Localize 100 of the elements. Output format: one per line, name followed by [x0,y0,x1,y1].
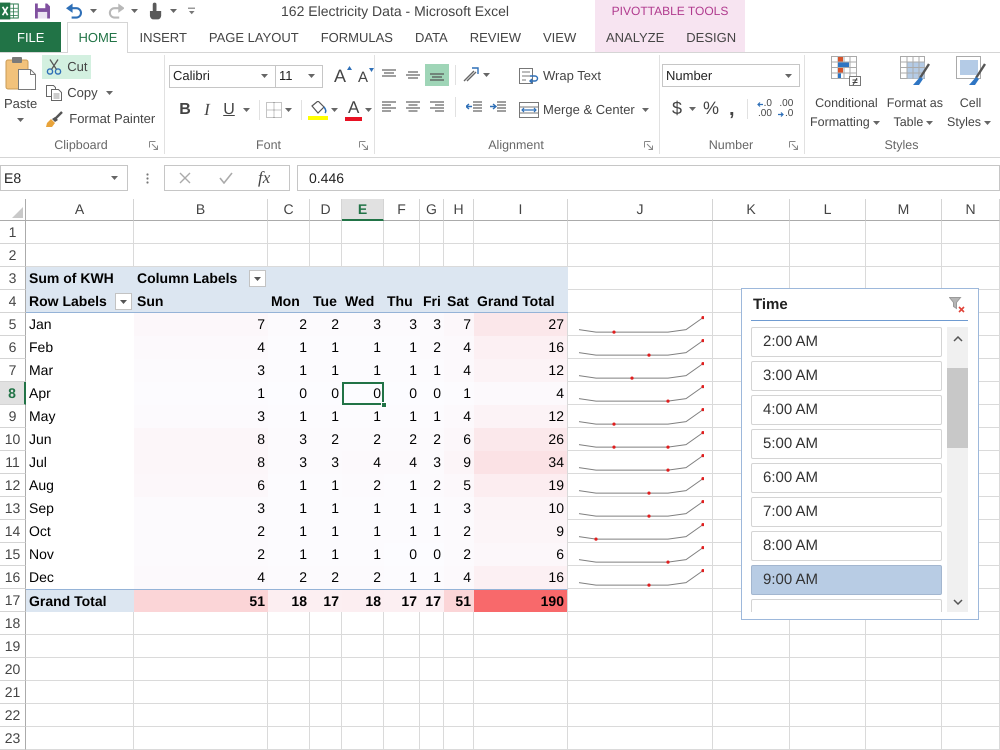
fill-handle[interactable] [381,402,387,408]
format-painter-button[interactable]: Format Painter [42,107,160,131]
font-name-combo[interactable]: Calibri [169,64,276,88]
column-header[interactable]: H [444,199,474,221]
column-header[interactable]: L [790,199,866,221]
column-header[interactable]: A [26,199,134,221]
conditional-formatting-button[interactable]: Conditional Formatting [808,55,885,136]
row-header[interactable]: 15 [0,543,26,566]
row-header[interactable]: 19 [0,635,26,658]
comma-style-button[interactable]: , [723,97,741,121]
row-header[interactable]: 9 [0,405,26,428]
cut-button[interactable]: Cut [42,55,92,79]
paint-bucket-icon[interactable] [308,100,328,120]
number-format-combo[interactable]: Number [662,64,800,87]
slicer-item[interactable]: 7:00 AM [751,497,942,527]
slicer-item[interactable]: 5:00 AM [751,429,942,459]
shrink-font-button[interactable]: A [355,64,378,88]
column-header[interactable]: G [420,199,444,221]
row-header[interactable]: 2 [0,244,26,267]
diagonal-arrow-icon[interactable] [462,67,480,83]
column-header[interactable]: N [942,199,1000,221]
copy-button[interactable]: Copy [42,81,120,105]
cell-styles-button[interactable]: Cell Styles [945,55,996,136]
format-as-table-button[interactable]: Format as Table [884,55,946,136]
row-header[interactable]: 18 [0,612,26,635]
align-center-icon[interactable] [406,101,420,113]
vertical-dots-icon[interactable] [146,172,149,184]
font-color-button[interactable]: A [345,99,362,121]
align-right-icon[interactable] [430,101,444,113]
check-icon[interactable] [219,172,233,184]
slicer-item[interactable]: 6:00 AM [751,463,942,493]
caret-icon[interactable] [331,108,338,112]
chevron-down-icon[interactable] [952,599,962,605]
caret-icon[interactable] [689,107,696,111]
caret-icon[interactable] [90,9,97,13]
merge-center-button[interactable]: Merge & Center [516,98,655,122]
overflow-caret-icon[interactable] [188,7,195,15]
paste-button[interactable]: Paste [1,55,40,131]
column-header[interactable]: M [866,199,942,221]
ribbon-tab[interactable]: ANALYZE [595,22,676,52]
row-header[interactable]: 8 [0,382,26,405]
spreadsheet-logo-icon[interactable] [0,1,19,21]
ribbon-tab[interactable]: DESIGN [675,22,748,52]
currency-button[interactable]: $ [668,97,686,121]
insert-function-button[interactable]: fx [258,168,270,188]
caret-icon[interactable] [243,108,250,112]
dropdown-icon[interactable] [115,293,132,310]
row-header[interactable]: 20 [0,658,26,681]
bold-button[interactable]: B [174,98,196,122]
decrease-decimal-button[interactable]: .00 .0 [774,98,796,120]
caret-icon[interactable] [170,9,176,13]
chevron-up-icon[interactable] [952,336,962,342]
caret-icon[interactable] [483,73,490,77]
slicer-item[interactable]: 8:00 AM [751,531,942,561]
dropdown-icon[interactable] [249,270,266,287]
percent-button[interactable]: % [699,97,724,121]
ribbon-tab[interactable]: REVIEW [458,22,532,52]
row-header[interactable]: 5 [0,313,26,336]
dialog-launcher-icon[interactable] [149,140,158,150]
align-left-icon[interactable] [382,101,396,113]
column-header[interactable]: D [310,199,342,221]
row-header[interactable]: 1 [0,221,26,244]
ribbon-tab[interactable]: VIEW [532,22,588,52]
outdent-icon[interactable] [466,101,482,113]
italic-button[interactable]: I [196,98,218,122]
column-header[interactable]: J [568,199,713,221]
slicer-item[interactable]: 3:00 AM [751,361,942,391]
row-header[interactable]: 14 [0,520,26,543]
align-middle-icon[interactable] [406,69,420,81]
align-bottom-icon[interactable] [425,64,449,86]
row-header[interactable]: 22 [0,704,26,727]
formula-field[interactable]: 0.446 [297,165,1000,191]
row-header[interactable]: 23 [0,727,26,750]
ribbon-tab[interactable]: DATA [404,22,459,52]
name-box[interactable]: E8 [0,165,128,191]
column-header[interactable]: B [134,199,268,221]
curved-arrow-icon[interactable] [66,3,83,19]
dialog-launcher-icon[interactable] [359,140,368,150]
column-header[interactable]: K [713,199,790,221]
dialog-launcher-icon[interactable] [789,140,798,150]
border-grid-icon[interactable] [266,102,282,118]
row-header[interactable]: 21 [0,681,26,704]
column-header[interactable]: C [268,199,310,221]
row-header[interactable]: 12 [0,474,26,497]
wrap-text-button[interactable]: Wrap Text [516,64,655,88]
column-header[interactable]: E [342,199,384,221]
dialog-launcher-icon[interactable] [644,140,653,150]
caret-icon[interactable] [131,9,138,13]
ribbon-tab[interactable]: INSERT [128,22,198,52]
slicer-item[interactable]: 4:00 AM [751,395,942,425]
caret-icon[interactable] [365,108,372,112]
row-header[interactable]: 16 [0,566,26,589]
column-header[interactable]: I [474,199,568,221]
slicer-item[interactable]: 2:00 AM [751,327,942,357]
indent-icon[interactable] [490,101,506,113]
ribbon-tab[interactable]: HOME [67,22,128,53]
increase-decimal-button[interactable]: .0 .00 [754,98,775,120]
caret-icon[interactable] [285,108,292,112]
file-tab[interactable]: FILE [0,22,62,52]
slicer-item[interactable]: 9:00 AM [751,565,942,595]
